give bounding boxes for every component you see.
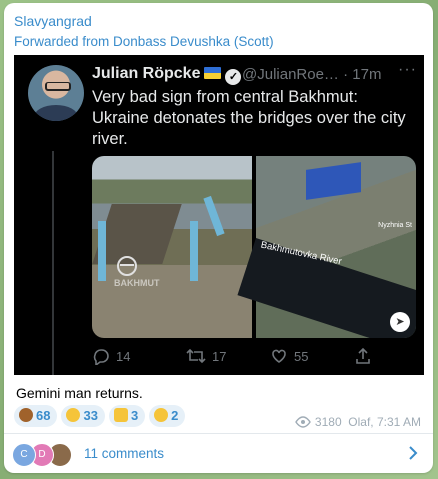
photo-watermark: BAKHMUT [114,278,160,288]
tweet-actions: 14 17 55 [92,347,392,367]
heart-icon [272,349,286,363]
reply-action: 14 [92,347,130,367]
reaction-thinking[interactable]: 2 [149,405,186,427]
chevron-right-icon [409,446,418,460]
reactions-bar: 68 33 3 2 [14,405,189,427]
retweet-icon [186,348,206,364]
forwarded-from[interactable]: Forwarded from Donbass Devushka (Scott) [14,34,274,49]
tweet-screenshot[interactable]: Julian Röpcke ✓ @JulianRoe… · 17m ··· Ver… [14,55,424,375]
share-action [354,347,378,365]
like-action: 55 [270,347,308,365]
navigation-arrow-icon: ➤ [390,312,410,332]
eye-icon [295,416,311,428]
tweet-handle-time: @JulianRoe… · 17m [242,66,382,83]
commenter-avatar: C [12,443,36,467]
tweet-media: BAKHMUT Bakhmutovka River Nyzhnia St ➤ [92,156,416,338]
destroyed-bridge-photo: BAKHMUT [92,156,252,338]
reaction-poop[interactable]: 68 [14,405,58,427]
reaction-thumbs-up[interactable]: 3 [108,405,146,427]
aerial-map-photo: Bakhmutovka River Nyzhnia St ➤ [237,156,416,338]
view-count: 3180 [314,415,342,429]
tweet-author: Julian Röpcke ✓ [92,65,242,85]
grinning-face-icon [66,408,81,422]
share-icon [356,347,370,364]
more-options-icon: ··· [398,61,417,78]
message-bubble[interactable]: Slavyangrad Forwarded from Donbass Devus… [4,3,433,473]
chat-background: Slavyangrad Forwarded from Donbass Devus… [0,0,438,479]
author-time: Olaf, 7:31 AM [348,415,421,429]
thread-line [52,151,54,375]
tweet-author-name: Julian Röpcke [92,65,201,82]
tweet-text: Very bad sign from central Bakhmut: Ukra… [92,88,406,148]
comments-button[interactable]: C D 11 comments [4,434,433,473]
street-label: Nyzhnia St [378,222,412,229]
comments-count: 11 comments [84,446,165,461]
no-entry-sign-icon [117,256,137,276]
ukraine-flag-icon [204,67,222,79]
thumbs-up-icon [113,408,128,422]
message-meta: 3180 Olaf, 7:31 AM [295,415,421,429]
reaction-grinning[interactable]: 33 [61,405,105,427]
channel-name[interactable]: Slavyangrad [14,13,92,29]
poop-icon [19,408,33,422]
tweet-avatar [28,65,84,121]
thinking-face-icon [154,408,169,422]
verified-badge-icon: ✓ [225,69,242,85]
retweet-action: 17 [186,347,226,365]
reply-icon [93,349,109,367]
message-caption: Gemini man returns. [16,385,143,401]
